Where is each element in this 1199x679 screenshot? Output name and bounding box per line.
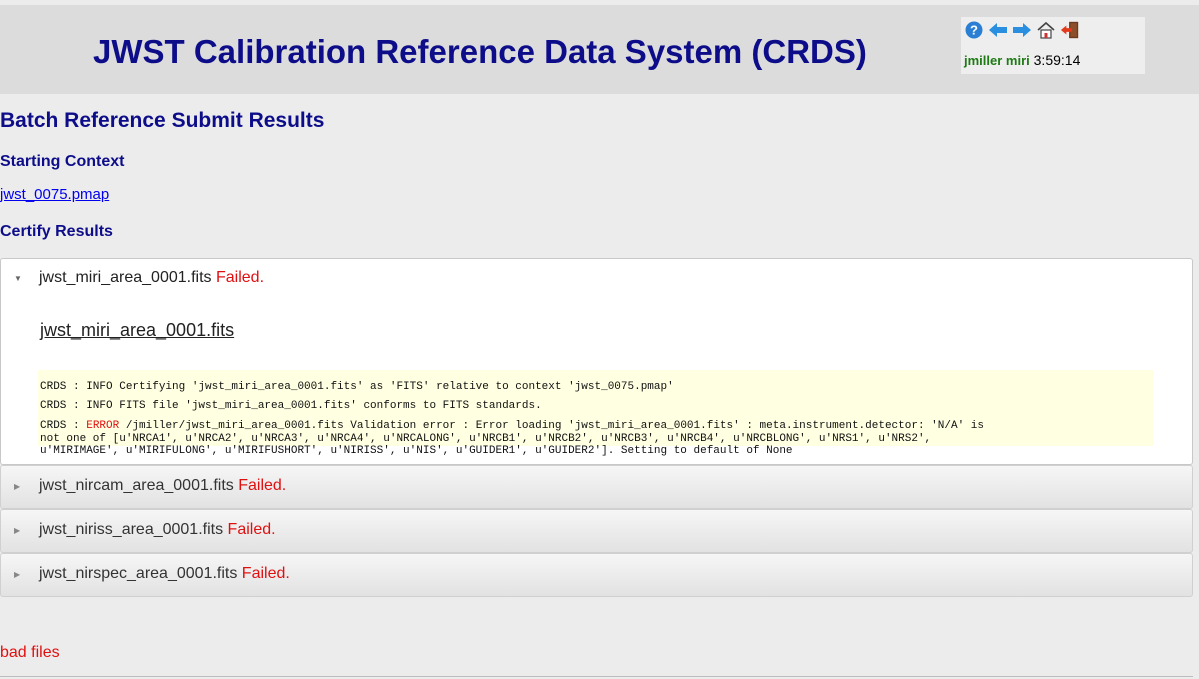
help-icon[interactable]: ? <box>964 20 984 40</box>
log-prefix: CRDS : <box>40 420 87 432</box>
accordion-title: jwst_miri_area_0001.fits Failed. <box>39 269 264 287</box>
logout-icon[interactable] <box>1060 20 1080 40</box>
collapsed-triangle-icon: ▶ <box>14 482 21 491</box>
log-message: /jmiller/jwst_miri_area_0001.fits Valida… <box>119 420 984 432</box>
result-filename: jwst_nirspec_area_0001.fits <box>39 565 238 582</box>
result-row-collapsed[interactable]: ▶ jwst_nirspec_area_0001.fits Failed. <box>0 553 1193 597</box>
starting-context-heading: Starting Context <box>0 153 125 170</box>
status-failed: Failed. <box>238 477 287 494</box>
log-line-error: CRDS : ERROR /jmiller/jwst_miri_area_000… <box>40 420 984 433</box>
user-name[interactable]: jmiller miri <box>964 53 1030 68</box>
log-line: CRDS : INFO Certifying 'jwst_miri_area_0… <box>40 381 674 393</box>
status-failed: Failed. <box>227 521 276 538</box>
app-title: JWST Calibration Reference Data System (… <box>93 33 867 70</box>
result-row-collapsed[interactable]: ▶ jwst_nircam_area_0001.fits Failed. <box>0 465 1193 509</box>
user-info: jmiller miri 3:59:14 <box>964 52 1080 68</box>
log-line: u'MIRIMAGE', u'MIRIFULONG', u'MIRIFUSHOR… <box>40 445 793 457</box>
result-filename: jwst_niriss_area_0001.fits <box>39 521 224 538</box>
log-line: not one of [u'NRCA1', u'NRCA2', u'NRCA3'… <box>40 432 932 445</box>
back-arrow-icon[interactable] <box>988 20 1008 40</box>
divider <box>0 676 1193 677</box>
context-link[interactable]: jwst_0075.pmap <box>0 186 109 203</box>
user-panel: ? jmiller miri 3:59:14 <box>961 17 1145 74</box>
result-filename: jwst_miri_area_0001.fits <box>39 269 212 286</box>
result-filename: jwst_nircam_area_0001.fits <box>39 477 234 494</box>
clock: 3:59:14 <box>1033 52 1081 68</box>
accordion-title: jwst_niriss_area_0001.fits Failed. <box>39 521 276 539</box>
status-failed: Failed. <box>215 269 265 286</box>
accordion-title: jwst_nircam_area_0001.fits Failed. <box>39 477 286 495</box>
home-icon[interactable] <box>1036 20 1056 40</box>
certify-log: CRDS : INFO Certifying 'jwst_miri_area_0… <box>38 370 1153 457</box>
collapsed-triangle-icon: ▶ <box>14 526 21 535</box>
header-bar: JWST Calibration Reference Data System (… <box>0 5 1199 94</box>
error-label: ERROR <box>86 420 120 432</box>
page-heading: Batch Reference Submit Results <box>0 109 325 132</box>
result-panel-expanded: ▼ jwst_miri_area_0001.fits Failed. jwst_… <box>0 258 1193 465</box>
status-failed: Failed. <box>241 565 290 582</box>
accordion-header[interactable]: ▼ jwst_miri_area_0001.fits Failed. <box>1 259 1192 299</box>
certify-results-heading: Certify Results <box>0 223 113 240</box>
bad-files-label: bad files <box>0 644 60 661</box>
forward-arrow-icon[interactable] <box>1012 20 1032 40</box>
collapsed-triangle-icon: ▶ <box>14 570 21 579</box>
svg-text:?: ? <box>970 23 978 38</box>
expanded-triangle-icon: ▼ <box>14 274 22 283</box>
file-detail-link[interactable]: jwst_miri_area_0001.fits <box>40 320 234 341</box>
log-line: CRDS : INFO FITS file 'jwst_miri_area_00… <box>40 400 542 412</box>
accordion-title: jwst_nirspec_area_0001.fits Failed. <box>39 565 290 583</box>
result-row-collapsed[interactable]: ▶ jwst_niriss_area_0001.fits Failed. <box>0 509 1193 553</box>
